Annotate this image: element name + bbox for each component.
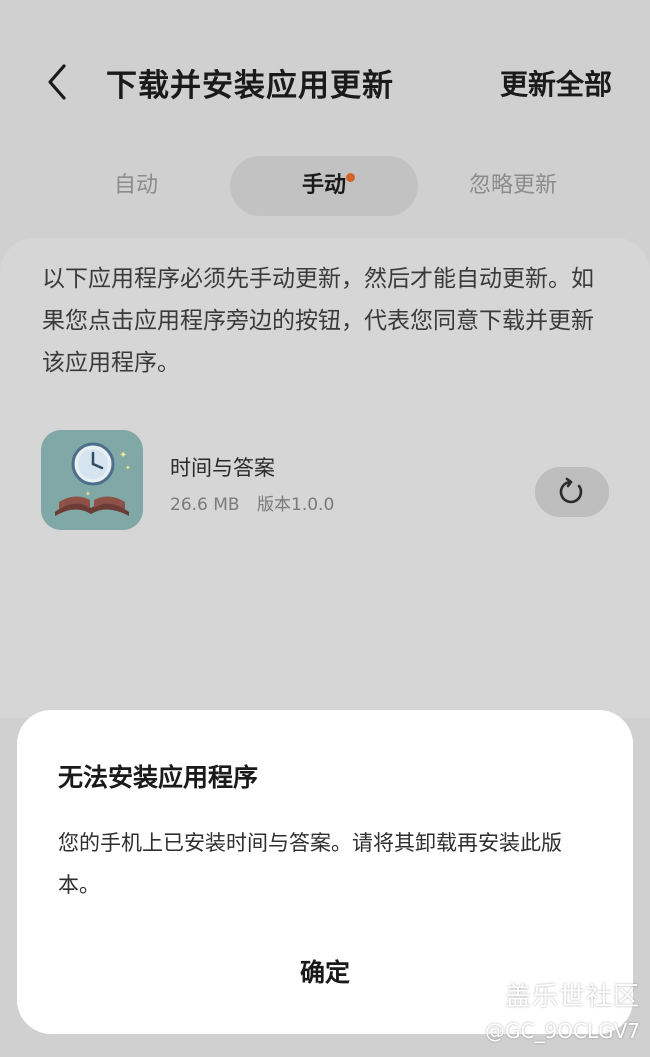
tab-ignore-updates[interactable]: 忽略更新 xyxy=(448,156,578,216)
svg-text:✦: ✦ xyxy=(85,490,91,498)
app-name: 时间与答案 xyxy=(170,456,275,480)
watermark-user: @GC_9OCLGV7 xyxy=(485,1019,640,1043)
svg-text:✦: ✦ xyxy=(125,464,131,472)
page-title: 下载并安装应用更新 xyxy=(106,68,394,104)
watermark-brand: 盖乐世社区 xyxy=(504,982,640,1012)
update-app-button[interactable] xyxy=(535,467,609,517)
back-button[interactable] xyxy=(38,58,78,106)
update-all-button[interactable]: 更新全部 xyxy=(500,63,612,103)
tab-bar: 自动 手动 忽略更新 xyxy=(0,156,650,216)
dialog-title: 无法安装应用程序 xyxy=(58,763,259,792)
app-version: 版本1.0.0 xyxy=(257,495,335,515)
clock-book-app-icon: ✦ ✦ ✦ xyxy=(41,430,143,530)
description-text: 以下应用程序必须先手动更新，然后才能自动更新。如果您点击应用程序旁边的按钮，代表… xyxy=(42,266,594,376)
svg-text:✦: ✦ xyxy=(119,450,127,461)
watermark: 盖乐世社区 @GC_9OCLGV7 xyxy=(485,976,640,1043)
notification-dot xyxy=(346,173,355,182)
app-size: 26.6 MB xyxy=(170,495,240,515)
header: 下载并安装应用更新 更新全部 xyxy=(0,0,650,140)
app-meta: 26.6 MB 版本1.0.0 xyxy=(170,490,346,515)
refresh-icon xyxy=(559,477,583,504)
dialog-message: 您的手机上已安装时间与答案。请将其卸载再安装此版本。 xyxy=(58,831,562,897)
confirm-button[interactable]: 确定 xyxy=(257,948,393,998)
tab-manual[interactable]: 手动 xyxy=(230,156,418,216)
tab-manual-label: 手动 xyxy=(301,173,346,198)
chevron-left-icon xyxy=(48,64,66,100)
tab-auto[interactable]: 自动 xyxy=(86,156,186,216)
